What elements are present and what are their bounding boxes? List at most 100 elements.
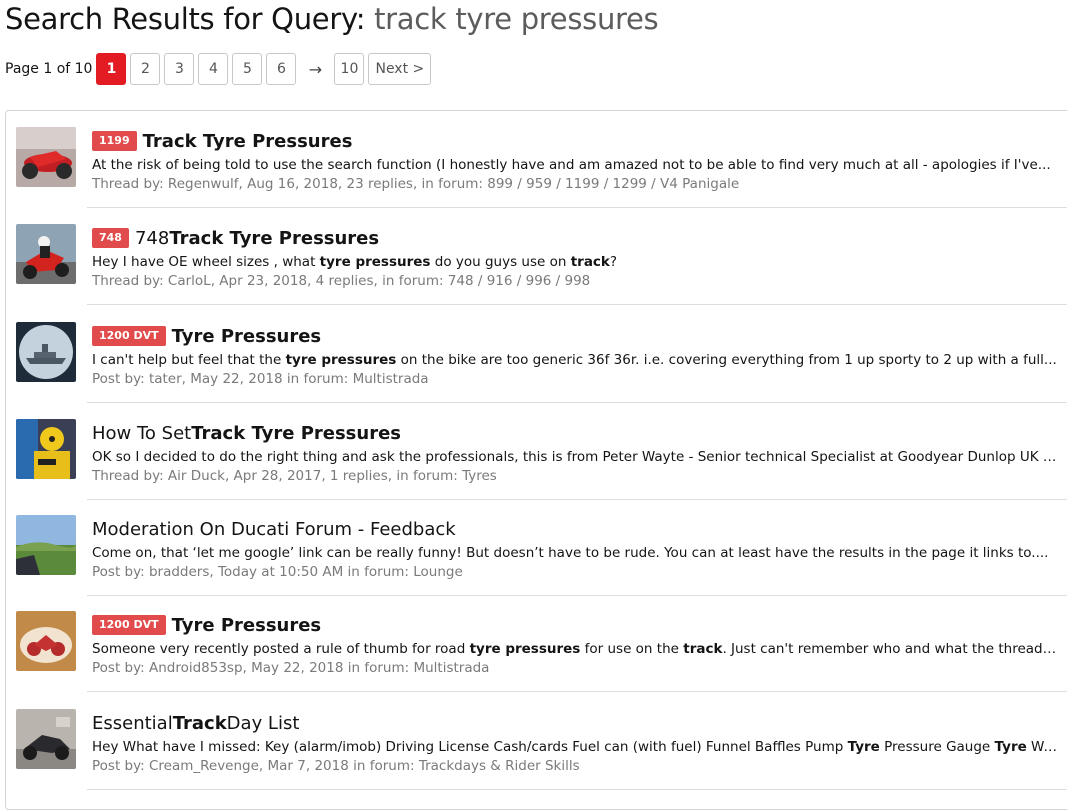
snippet-text: Hey I have OE wheel sizes , what: [92, 254, 320, 270]
page-button-1[interactable]: 1: [96, 53, 127, 85]
result-title-link[interactable]: 1200 DVT Tyre Pressures: [92, 322, 1067, 350]
forum-prefix: in forum:: [348, 758, 419, 774]
row-divider: [87, 691, 1067, 692]
result-title-link[interactable]: Moderation On Ducati Forum - Feedback: [92, 515, 1067, 543]
prefix-badge[interactable]: 748: [92, 228, 129, 248]
forum-link[interactable]: 899 / 959 / 1199 / 1299 / V4 Panigale: [487, 176, 739, 192]
forum-link[interactable]: Lounge: [413, 564, 463, 580]
title-text: 748: [134, 227, 170, 249]
garage-motorbike-icon[interactable]: [16, 709, 76, 769]
warship-periscope-icon[interactable]: [16, 322, 76, 382]
page-button-10[interactable]: 10: [334, 53, 365, 85]
forum-link[interactable]: 748 / 916 / 996 / 998: [448, 273, 590, 289]
rider-on-red-bike-icon[interactable]: [16, 224, 76, 284]
search-result-row: 1200 DVT Tyre Pressures Someone very recen…: [6, 595, 1067, 692]
meta-separator: ,: [258, 758, 268, 774]
forum-link[interactable]: Trackdays & Rider Skills: [419, 758, 580, 774]
meta-prefix: Thread by:: [92, 468, 168, 484]
result-snippet: Come on, that ‘let me google’ link can b…: [92, 544, 1060, 563]
prefix-badge[interactable]: 1199: [92, 131, 137, 151]
result-body: How To Set Track Tyre Pressures OK so I d…: [92, 419, 1067, 486]
prefix-badge[interactable]: 1200 DVT: [92, 326, 166, 346]
snippet-text: do you guys use on: [430, 254, 571, 270]
meta-separator: ,: [224, 468, 234, 484]
author-link[interactable]: CarloL: [168, 273, 211, 289]
title-highlight: Tyre Pressures: [171, 614, 322, 636]
post-date: May 22, 2018: [251, 660, 344, 676]
page-button-3[interactable]: 3: [164, 53, 195, 85]
result-title-link[interactable]: 1200 DVT Tyre Pressures: [92, 611, 1067, 639]
author-link[interactable]: Android853sp: [149, 660, 243, 676]
page-button-2[interactable]: 2: [130, 53, 161, 85]
title-highlight: Track Tyre Pressures: [142, 130, 353, 152]
snippet-text: OK so I decided to do the right thing an…: [92, 449, 1060, 465]
prefix-badge[interactable]: 1200 DVT: [92, 615, 166, 635]
result-title-link[interactable]: Essential Track Day List: [92, 709, 1067, 737]
result-title-link[interactable]: How To Set Track Tyre Pressures: [92, 419, 1067, 447]
meta-prefix: Post by:: [92, 564, 149, 580]
forum-prefix: in forum:: [417, 176, 488, 192]
next-page-button[interactable]: Next >: [368, 53, 432, 85]
title-highlight: Track Tyre Pressures: [191, 422, 402, 444]
snippet-text: Someone very recently posted a rule of t…: [92, 641, 470, 657]
title-text: How To Set: [92, 422, 192, 444]
post-date: May 22, 2018: [190, 371, 283, 387]
title-highlight: Tyre Pressures: [171, 325, 322, 347]
post-date: Aug 16, 2018: [247, 176, 338, 192]
title-prefix: Search Results for Query:: [5, 2, 366, 36]
author-link[interactable]: Cream_Revenge: [149, 758, 259, 774]
snippet-text: on the bike are too generic 36f 36r. i.e…: [396, 352, 1057, 368]
crash-test-dummy-icon[interactable]: [16, 419, 76, 479]
meta-separator: ,: [242, 660, 252, 676]
search-result-row: 1200 DVT Tyre Pressures I can't help but f…: [6, 306, 1067, 403]
snippet-text: Hey What have I missed: Key (alarm/imob)…: [92, 739, 848, 755]
author-link[interactable]: bradders: [149, 564, 209, 580]
motorbike-cake-icon[interactable]: [16, 611, 76, 671]
landscape-icon[interactable]: [16, 515, 76, 575]
forum-prefix: in forum:: [282, 371, 353, 387]
meta-separator: ,: [181, 371, 191, 387]
result-body: 1199 Track Tyre Pressures At the risk of b…: [92, 127, 1067, 194]
result-snippet: OK so I decided to do the right thing an…: [92, 448, 1060, 467]
snippet-highlight: track: [683, 641, 723, 657]
snippet-text: ?: [609, 254, 618, 270]
result-snippet: Hey What have I missed: Key (alarm/imob)…: [92, 738, 1060, 757]
author-link[interactable]: Regenwulf: [168, 176, 239, 192]
forum-prefix: in forum:: [343, 564, 414, 580]
snippet-text: At the risk of being told to use the sea…: [92, 157, 1051, 173]
meta-separator: ,: [209, 564, 218, 580]
pagination: Page 1 of 10 1 2 3 4 5 6 → 10 Next >: [5, 53, 435, 85]
result-body: 1200 DVT Tyre Pressures I can't help but f…: [92, 322, 1067, 389]
result-title-link[interactable]: 748 748 Track Tyre Pressures: [92, 224, 1067, 252]
red-sportbike-icon[interactable]: [16, 127, 76, 187]
title-text: Moderation On Ducati Forum - Feedback: [92, 518, 456, 540]
forum-link[interactable]: Multistrada: [353, 371, 429, 387]
snippet-highlight: tyre pressures: [285, 352, 397, 368]
title-text: Day List: [226, 712, 300, 734]
forum-link[interactable]: Tyres: [462, 468, 497, 484]
forum-prefix: in forum:: [377, 273, 448, 289]
result-snippet: Hey I have OE wheel sizes , what tyre pr…: [92, 253, 1060, 272]
result-meta: Post by: Cream_Revenge, Mar 7, 2018 in f…: [92, 757, 1067, 776]
result-meta: Thread by: CarloL, Apr 23, 2018, 4 repli…: [92, 272, 1067, 291]
page-button-4[interactable]: 4: [198, 53, 229, 85]
search-results-list: 1199 Track Tyre Pressures At the risk of b…: [5, 110, 1067, 810]
title-text: Essential: [92, 712, 173, 734]
reply-count: 4 replies,: [315, 273, 378, 289]
result-meta: Post by: tater, May 22, 2018 in forum: M…: [92, 370, 1067, 389]
page-button-5[interactable]: 5: [232, 53, 263, 85]
meta-prefix: Post by:: [92, 758, 149, 774]
result-title-link[interactable]: 1199 Track Tyre Pressures: [92, 127, 1067, 155]
meta-prefix: Post by:: [92, 660, 149, 676]
meta-separator: ,: [321, 468, 330, 484]
forum-link[interactable]: Multistrada: [413, 660, 489, 676]
result-body: 1200 DVT Tyre Pressures Someone very recen…: [92, 611, 1067, 678]
meta-separator: ,: [210, 273, 220, 289]
author-link[interactable]: tater: [149, 371, 182, 387]
forum-prefix: in forum:: [392, 468, 463, 484]
author-link[interactable]: Air Duck: [168, 468, 225, 484]
result-meta: Thread by: Air Duck, Apr 28, 2017, 1 rep…: [92, 467, 1067, 486]
snippet-highlight: tyre pressures: [469, 641, 581, 657]
snippet-text: Warmers...: [1031, 739, 1060, 755]
page-button-6[interactable]: 6: [266, 53, 297, 85]
